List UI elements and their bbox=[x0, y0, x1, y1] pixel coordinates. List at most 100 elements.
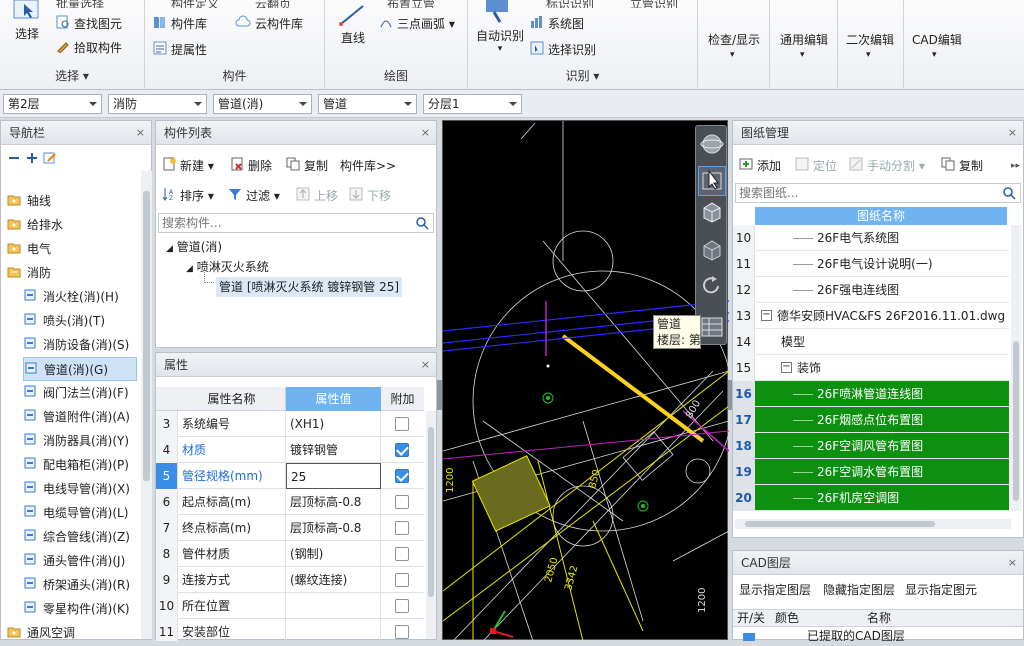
sidebar-item[interactable]: 喷头(消)(T) bbox=[23, 309, 137, 333]
sidebar-item[interactable]: 管道(消)(G) bbox=[23, 357, 137, 381]
close-icon[interactable]: × bbox=[1008, 121, 1017, 145]
chevron-down-icon[interactable]: ▾ bbox=[83, 69, 89, 83]
sidebar-item[interactable]: 轴线 bbox=[7, 189, 135, 213]
tab-secondary-edit[interactable]: 二次编辑 ▾ bbox=[838, 0, 904, 90]
sidebar-item[interactable]: 电缆导管(消)(L) bbox=[23, 501, 137, 525]
tab-general-edit[interactable]: 通用编辑 ▾ bbox=[770, 0, 838, 90]
sidebar-item[interactable]: 阀门法兰(消)(F) bbox=[23, 381, 137, 405]
move-up-button[interactable]: 上移 bbox=[296, 185, 338, 207]
copy-drawing-button[interactable]: 复制 bbox=[941, 155, 983, 177]
show-element-button[interactable]: 显示指定图元 bbox=[905, 579, 977, 601]
splitter-handle[interactable] bbox=[728, 380, 732, 410]
property-row[interactable]: 10 所在位置 bbox=[156, 593, 424, 619]
nav-scrollbar-thumb[interactable] bbox=[143, 191, 150, 481]
orbit-icon[interactable] bbox=[700, 132, 724, 159]
property-row[interactable]: 4 材质 镀锌钢管 bbox=[156, 437, 424, 463]
show-layer-button[interactable]: 显示指定图层 bbox=[739, 579, 811, 601]
layer-select[interactable]: 分层1 bbox=[423, 94, 522, 114]
property-row[interactable]: 7 终点标高(m) 层顶标高-0.8 bbox=[156, 515, 424, 541]
extra-checkbox[interactable] bbox=[395, 469, 409, 483]
extra-checkbox[interactable] bbox=[395, 573, 409, 587]
system-diagram-button[interactable]: 系统图 bbox=[530, 14, 584, 34]
search-icon[interactable] bbox=[415, 216, 429, 233]
close-icon[interactable]: × bbox=[421, 121, 430, 145]
top-view-cube-icon[interactable] bbox=[700, 200, 724, 227]
extra-checkbox[interactable] bbox=[395, 521, 409, 535]
riser-identify-button[interactable]: 立管识别 bbox=[630, 0, 678, 8]
move-down-button[interactable]: 下移 bbox=[349, 185, 391, 207]
hide-layer-button[interactable]: 隐藏指定图层 bbox=[823, 579, 895, 601]
filter-button[interactable]: 过滤 ▾ bbox=[228, 185, 280, 207]
collapse-all-icon[interactable] bbox=[7, 151, 21, 168]
property-row[interactable]: 11 安装部位 bbox=[156, 619, 424, 641]
component-select[interactable]: 管道 bbox=[318, 94, 417, 114]
chevron-down-icon[interactable]: ▾ bbox=[472, 44, 528, 54]
extra-checkbox[interactable] bbox=[395, 495, 409, 509]
tree-node-root[interactable]: ◢ 管道(消) bbox=[166, 237, 222, 257]
drawing-row[interactable]: 20 26F机房空调图 bbox=[733, 485, 1009, 511]
batch-select-button[interactable]: 批量选择 bbox=[56, 0, 104, 8]
drawings-hscrollbar[interactable] bbox=[735, 519, 1011, 529]
manual-split-button[interactable]: 手动分割 ▾ bbox=[849, 155, 925, 177]
sidebar-item[interactable]: 消防设备(消)(S) bbox=[23, 333, 137, 357]
sidebar-item[interactable]: 电气 bbox=[7, 237, 135, 261]
expand-all-icon[interactable] bbox=[25, 151, 39, 168]
properties-scrollbar-thumb[interactable] bbox=[428, 427, 434, 597]
drawing-row[interactable]: 11 26F电气设计说明(一) bbox=[733, 251, 1009, 277]
property-value[interactable]: 镀锌钢管 bbox=[286, 437, 381, 463]
extra-checkbox[interactable] bbox=[395, 417, 409, 431]
close-icon[interactable]: × bbox=[1008, 551, 1017, 575]
component-library-button[interactable]: 构件库 bbox=[153, 14, 207, 34]
copy-button[interactable]: 复制 bbox=[286, 155, 328, 177]
sidebar-item[interactable]: 通风空调 bbox=[7, 621, 135, 645]
add-drawing-button[interactable]: 添加 bbox=[739, 155, 781, 177]
close-icon[interactable]: × bbox=[136, 121, 145, 145]
properties-scrollbar[interactable] bbox=[426, 411, 436, 639]
drawings-vscrollbar-thumb[interactable] bbox=[1013, 341, 1019, 501]
property-row[interactable]: 8 管件材质 (钢制) bbox=[156, 541, 424, 567]
property-value[interactable] bbox=[286, 619, 381, 641]
tree-node-pipe[interactable]: 管道 [喷淋灭火系统 镀锌钢管 25] bbox=[216, 277, 403, 297]
line-button[interactable]: 直线 bbox=[333, 4, 373, 48]
locate-button[interactable]: 定位 bbox=[795, 155, 837, 177]
riser-button[interactable]: 布置立管 bbox=[387, 0, 435, 8]
property-value[interactable]: 层顶标高-0.8 bbox=[286, 515, 381, 541]
drawing-row[interactable]: 12 26F强电连线图 bbox=[733, 277, 1009, 303]
property-value[interactable]: 层顶标高-0.8 bbox=[286, 489, 381, 515]
extract-property-button[interactable]: 提属性 bbox=[153, 40, 207, 60]
search-icon[interactable] bbox=[1002, 186, 1016, 203]
new-button[interactable]: 新建 ▾ bbox=[162, 155, 214, 177]
sidebar-item[interactable]: 桥架通头(消)(R) bbox=[23, 573, 137, 597]
rotate-icon[interactable] bbox=[700, 274, 724, 301]
drawing-row[interactable]: 19 26F空调水管布置图 bbox=[733, 459, 1009, 485]
sidebar-item[interactable]: 给排水 bbox=[7, 213, 135, 237]
cad-layer-row[interactable]: 已提取的CAD图层 bbox=[733, 629, 1023, 641]
property-value[interactable]: 25 bbox=[286, 463, 381, 489]
sidebar-item[interactable]: 消防器具(消)(Y) bbox=[23, 429, 137, 453]
drawing-row[interactable]: 15 − 装饰 bbox=[733, 355, 1009, 381]
sidebar-item[interactable]: 电线导管(消)(X) bbox=[23, 477, 137, 501]
layout-grid-icon[interactable] bbox=[700, 316, 724, 341]
select-button[interactable]: 选择 bbox=[10, 0, 44, 44]
more-icon[interactable]: ▸▸ bbox=[1011, 161, 1020, 171]
extra-checkbox[interactable] bbox=[395, 625, 409, 639]
drawing-row[interactable]: 10 26F电气系统图 bbox=[733, 225, 1009, 251]
collapse-icon[interactable]: − bbox=[781, 362, 792, 373]
mark-identify-button[interactable]: 标识识别 bbox=[546, 0, 594, 8]
select-identify-button[interactable]: 选择识别 bbox=[530, 40, 596, 60]
drawing-search-input[interactable] bbox=[736, 184, 986, 202]
auto-identify-button[interactable]: 自动识别 ▾ bbox=[472, 0, 528, 60]
cloud-page-button[interactable]: 云翻页 bbox=[255, 0, 291, 8]
component-search-input[interactable] bbox=[159, 214, 399, 232]
property-value[interactable]: (XH1) bbox=[286, 411, 381, 437]
delete-button[interactable]: 删除 bbox=[230, 155, 272, 177]
property-value[interactable]: (螺纹连接) bbox=[286, 567, 381, 593]
drawing-row[interactable]: 16 26F喷淋管道连线图 bbox=[733, 381, 1009, 407]
chevron-down-icon[interactable]: ▾ bbox=[593, 69, 599, 83]
drawing-row[interactable]: 17 26F烟感点位布置图 bbox=[733, 407, 1009, 433]
extra-checkbox[interactable] bbox=[395, 599, 409, 613]
property-row[interactable]: 9 连接方式 (螺纹连接) bbox=[156, 567, 424, 593]
tree-node-system[interactable]: ◢ 喷淋灭火系统 bbox=[186, 257, 269, 277]
extra-checkbox[interactable] bbox=[395, 443, 409, 457]
2d-view-icon[interactable] bbox=[698, 166, 726, 196]
